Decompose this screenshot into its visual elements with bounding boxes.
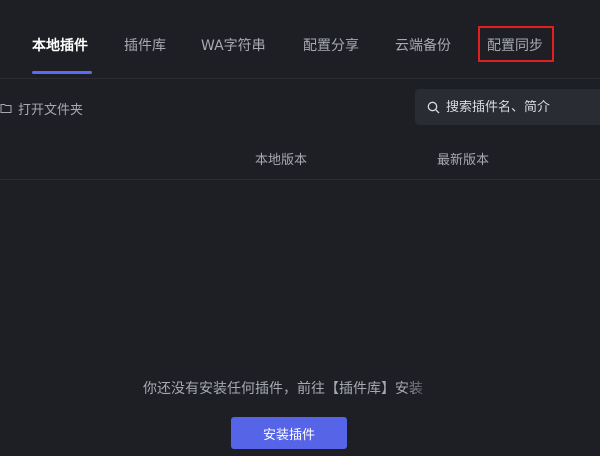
tab-local-plugins[interactable]: 本地插件 <box>32 36 88 56</box>
open-folder-button[interactable]: 打开文件夹 <box>0 97 83 119</box>
folder-icon <box>0 104 12 113</box>
column-local-version: 本地版本 <box>255 153 308 168</box>
install-plugin-button[interactable]: 安装插件 <box>231 417 347 449</box>
search-icon <box>427 101 440 113</box>
plugin-manager-window: 本地插件 插件库 WA字符串 配置分享 云端备份 配置同步 打开文件夹 本地版本… <box>0 0 600 456</box>
tab-wa-strings[interactable]: WA字符串 <box>201 36 266 56</box>
column-latest-version: 最新版本 <box>437 153 490 168</box>
active-tab-indicator <box>32 71 92 74</box>
search-input[interactable] <box>446 99 586 115</box>
table-header: 本地版本 最新版本 <box>0 137 600 180</box>
highlight-annotation-box <box>478 26 554 62</box>
search-box[interactable] <box>415 89 600 125</box>
tab-cloud-backup[interactable]: 云端备份 <box>395 36 451 56</box>
tab-bar: 本地插件 插件库 WA字符串 配置分享 云端备份 配置同步 <box>0 0 600 79</box>
empty-state-message: 你还没有安装任何插件，前往【插件库】安装 <box>143 381 423 397</box>
open-folder-label: 打开文件夹 <box>18 102 84 118</box>
tab-config-share[interactable]: 配置分享 <box>303 36 359 56</box>
tab-plugin-library[interactable]: 插件库 <box>124 36 166 56</box>
